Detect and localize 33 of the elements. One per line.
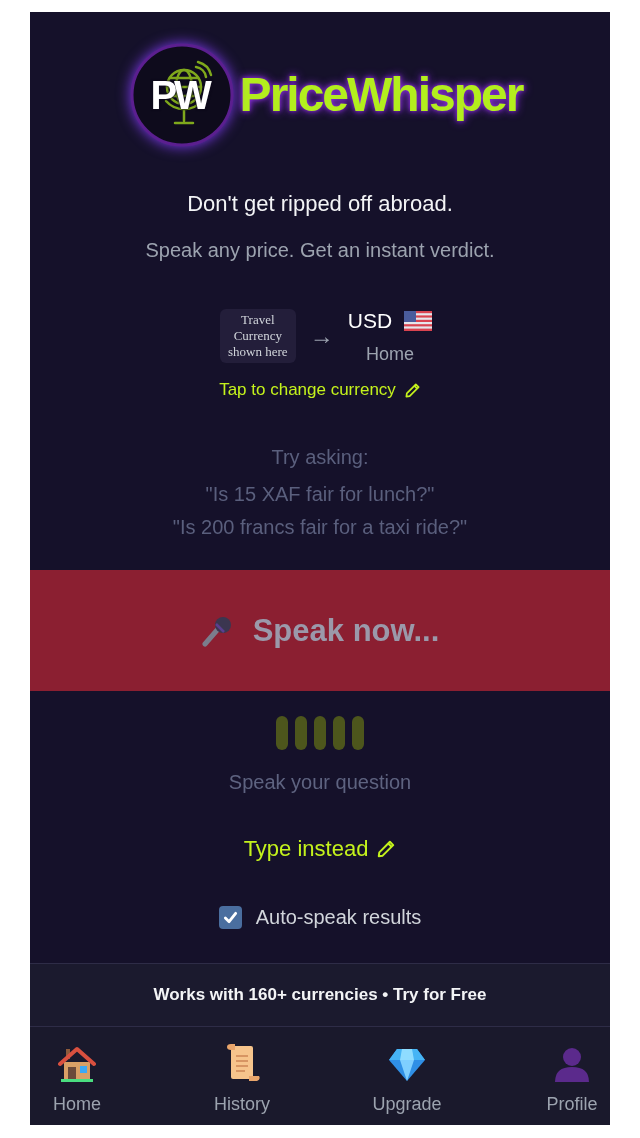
microphone-icon <box>200 614 233 647</box>
subtitle: Speak any price. Get an instant verdict. <box>145 238 495 263</box>
voice-bar-icon <box>333 716 345 750</box>
examples-heading: Try asking: <box>271 445 369 470</box>
nav-tab[interactable]: Profile <box>534 1043 610 1125</box>
travel-currency-chip: Travel Currency shown here <box>219 309 296 363</box>
pencil-icon <box>403 381 421 399</box>
nav-tab[interactable]: Home <box>39 1043 115 1125</box>
promo-text: Works with 160+ currencies • Try for Free <box>153 984 487 1006</box>
nav-tab[interactable]: Upgrade <box>369 1043 445 1125</box>
voice-bar-icon <box>352 716 364 750</box>
voice-bar-icon <box>295 716 307 750</box>
voice-bar-icon <box>314 716 326 750</box>
app-name: PriceWhisper <box>239 67 523 123</box>
example-question: "Is 200 francs fair for a taxi ride?" <box>172 515 468 540</box>
gem-icon <box>388 1047 426 1083</box>
example-question: "Is 15 XAF fair for lunch?" <box>205 482 435 507</box>
tagline: Don't get ripped off abroad. <box>187 190 453 218</box>
currency-label: Home <box>366 343 414 365</box>
person-icon <box>553 1045 591 1083</box>
type-instead-link[interactable]: Type instead <box>243 835 397 863</box>
voice-prompt: Speak your question <box>228 770 412 795</box>
flag-icon <box>404 311 433 331</box>
change-currency-link[interactable]: Tap to change currency <box>219 378 421 402</box>
house-icon <box>58 1045 96 1083</box>
checkbox-label: Auto-speak results <box>255 905 422 930</box>
nav-tab[interactable]: History <box>204 1043 280 1125</box>
auto-speak-checkbox[interactable] <box>218 905 242 929</box>
voice-bar-icon <box>276 716 288 750</box>
currency-code: USD <box>347 308 393 334</box>
pencil-icon <box>376 839 397 859</box>
checkmark-icon <box>222 909 238 925</box>
arrow: → <box>309 322 334 350</box>
